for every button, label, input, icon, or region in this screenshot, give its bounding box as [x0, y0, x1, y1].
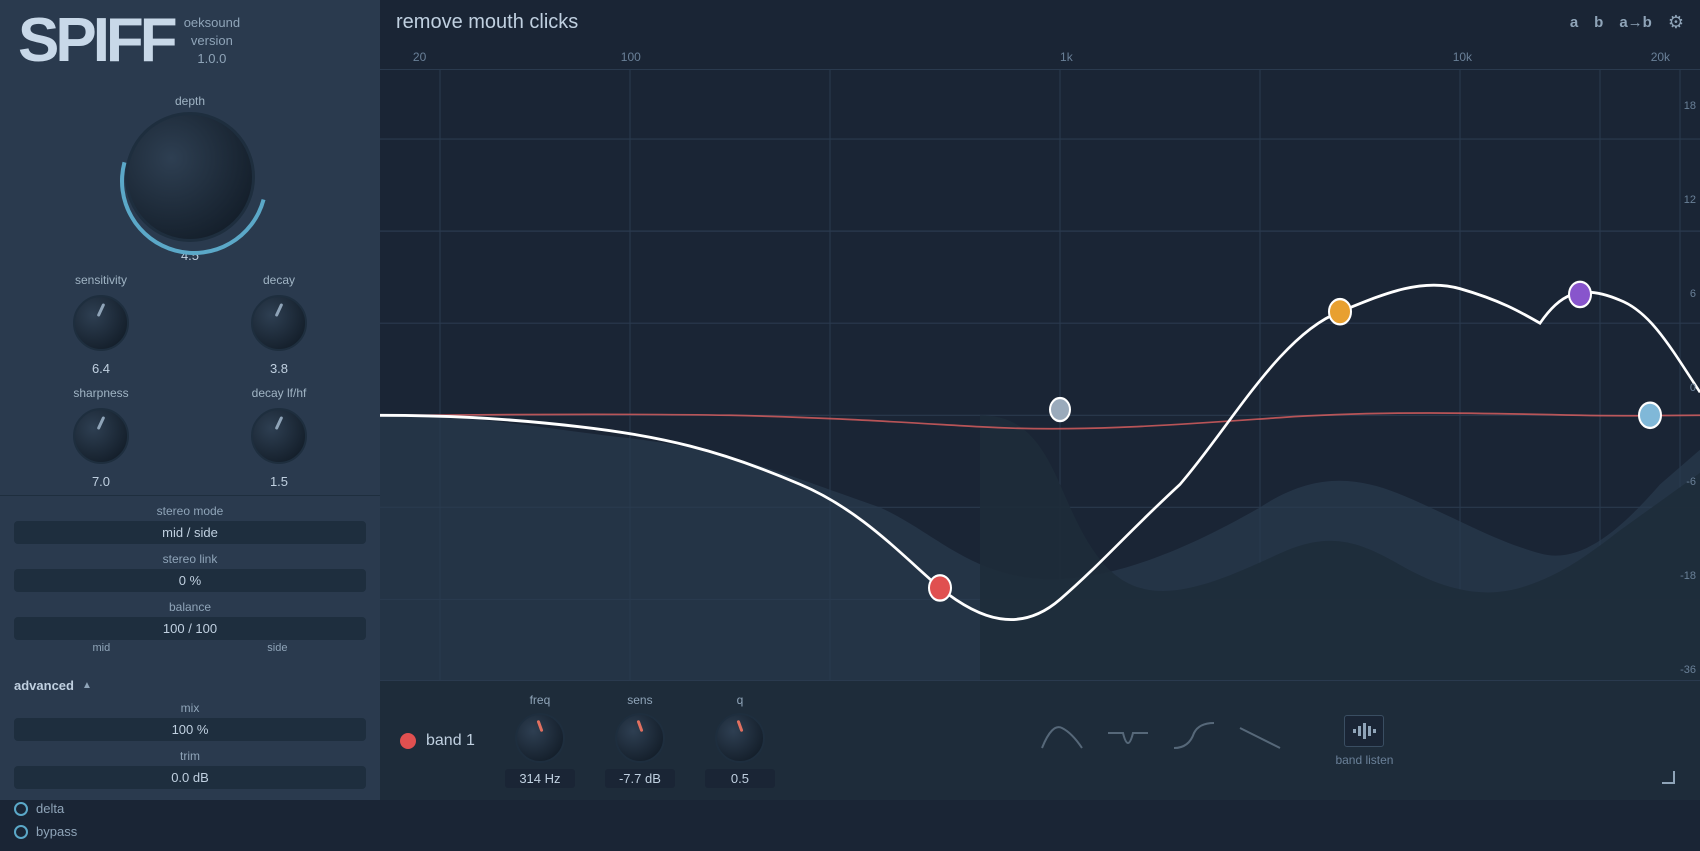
bypass-label: bypass — [36, 824, 77, 839]
stereo-link-row: stereo link 0 % — [14, 552, 366, 592]
delta-label: delta — [36, 801, 64, 816]
settings-icon[interactable]: ⚙ — [1668, 12, 1684, 33]
freq-param: freq 314 Hz — [505, 693, 575, 788]
sharpness-knob[interactable] — [73, 408, 129, 464]
top-bar: remove mouth clicks a b a→b ⚙ — [380, 0, 1700, 44]
trim-label: trim — [14, 749, 366, 763]
sharpness-label: sharpness — [73, 386, 128, 400]
app-version: oeksound version 1.0.0 — [184, 14, 240, 69]
trim-value[interactable]: 0.0 dB — [14, 766, 366, 789]
trim-control: trim 0.0 dB — [14, 749, 366, 789]
bypass-radio[interactable]: bypass — [14, 820, 366, 843]
slope-shape-button[interactable] — [1235, 718, 1285, 763]
freq-20: 20 — [413, 50, 426, 64]
freq-1k: 1k — [1060, 50, 1073, 64]
decay-lfhf-item: decay lf/hf 1.5 — [251, 386, 307, 489]
sensitivity-knob[interactable] — [73, 295, 129, 351]
decay-item: decay 3.8 — [251, 273, 307, 376]
q-param: q 0.5 — [705, 693, 775, 788]
stereo-link-value[interactable]: 0 % — [14, 569, 366, 592]
advanced-label: advanced — [14, 678, 74, 693]
stereo-mode-value[interactable]: mid / side — [14, 521, 366, 544]
balance-value[interactable]: 100 / 100 — [14, 617, 366, 640]
bell-shape-button[interactable] — [1037, 718, 1087, 763]
sens-knob[interactable] — [615, 713, 665, 763]
balance-label: balance — [14, 600, 366, 614]
freq-ruler: 20 100 1k 10k 20k — [380, 44, 1700, 70]
sens-value: -7.7 dB — [605, 769, 675, 788]
freq-10k: 10k — [1453, 50, 1472, 64]
sens-param-label: sens — [627, 693, 652, 707]
mix-control: mix 100 % — [14, 701, 366, 741]
sensitivity-value: 6.4 — [92, 361, 110, 376]
shape-buttons — [1037, 718, 1285, 763]
notch-shape-button[interactable] — [1103, 718, 1153, 763]
decay-lfhf-label: decay lf/hf — [252, 386, 307, 400]
band-panel: band 1 freq 314 Hz sens -7.7 dB q 0.5 — [380, 680, 1700, 800]
q-param-label: q — [737, 693, 744, 707]
sens-param: sens -7.7 dB — [605, 693, 675, 788]
spectrum-area[interactable]: 18 12 6 0 -6 -18 -36 — [380, 70, 1700, 680]
top-bar-right: a b a→b ⚙ — [1570, 12, 1684, 33]
freq-100: 100 — [621, 50, 641, 64]
mix-value[interactable]: 100 % — [14, 718, 366, 741]
balance-mid-label: mid — [93, 642, 111, 654]
freq-value: 314 Hz — [505, 769, 575, 788]
band-listen-label: band listen — [1335, 753, 1393, 767]
right-panel: remove mouth clicks a b a→b ⚙ 20 100 1k … — [380, 0, 1700, 800]
freq-param-label: freq — [530, 693, 551, 707]
bypass-radio-circle — [14, 825, 28, 839]
left-panel: SPIFF oeksound version 1.0.0 cut boost d… — [0, 0, 380, 800]
decay-lfhf-knob[interactable] — [251, 408, 307, 464]
sensitivity-decay-row: sensitivity 6.4 decay 3.8 — [0, 265, 380, 378]
q-value: 0.5 — [705, 769, 775, 788]
decay-knob[interactable] — [251, 295, 307, 351]
high-shelf-button[interactable] — [1169, 718, 1219, 763]
advanced-arrow-icon: ▲ — [82, 680, 92, 691]
app-logo: SPIFF — [18, 10, 174, 72]
mix-label: mix — [14, 701, 366, 715]
sharpness-value: 7.0 — [92, 474, 110, 489]
band-indicator: band 1 — [400, 732, 475, 750]
b-button[interactable]: b — [1594, 14, 1603, 31]
balance-sublabels: mid side — [14, 642, 366, 654]
spectrum-svg — [380, 70, 1700, 680]
band-name: band 1 — [426, 732, 475, 750]
stereo-mode-label: stereo mode — [14, 504, 366, 518]
sharpness-decay-lfhf-row: sharpness 7.0 decay lf/hf 1.5 — [0, 378, 380, 491]
delta-radio-circle — [14, 802, 28, 816]
advanced-header[interactable]: advanced ▲ — [0, 670, 380, 697]
q-knob[interactable] — [715, 713, 765, 763]
freq-knob[interactable] — [515, 713, 565, 763]
waveform-icon[interactable] — [1344, 715, 1384, 747]
ab-copy-button[interactable]: a→b — [1619, 14, 1652, 31]
depth-knob[interactable] — [125, 112, 255, 242]
sharpness-item: sharpness 7.0 — [73, 386, 129, 489]
sensitivity-label: sensitivity — [75, 273, 127, 287]
decay-lfhf-value: 1.5 — [270, 474, 288, 489]
band-dot — [400, 733, 416, 749]
right-controls: stereo mode mid / side stereo link 0 % b… — [0, 495, 380, 670]
expand-icon[interactable] — [1656, 765, 1680, 789]
advanced-controls: mix 100 % trim 0.0 dB delta bypass — [0, 697, 380, 851]
depth-section: depth 4.5 — [0, 90, 380, 265]
preset-name: remove mouth clicks — [396, 11, 578, 34]
a-button[interactable]: a — [1570, 14, 1578, 31]
stereo-mode-row: stereo mode mid / side — [14, 504, 366, 544]
logo-area: SPIFF oeksound version 1.0.0 — [0, 0, 380, 82]
balance-side-label: side — [267, 642, 287, 654]
balance-row: balance 100 / 100 mid side — [14, 600, 366, 654]
sensitivity-item: sensitivity 6.4 — [73, 273, 129, 376]
decay-label: decay — [263, 273, 295, 287]
decay-value: 3.8 — [270, 361, 288, 376]
stereo-link-label: stereo link — [14, 552, 366, 566]
delta-radio[interactable]: delta — [14, 797, 366, 820]
freq-20k: 20k — [1651, 50, 1670, 64]
